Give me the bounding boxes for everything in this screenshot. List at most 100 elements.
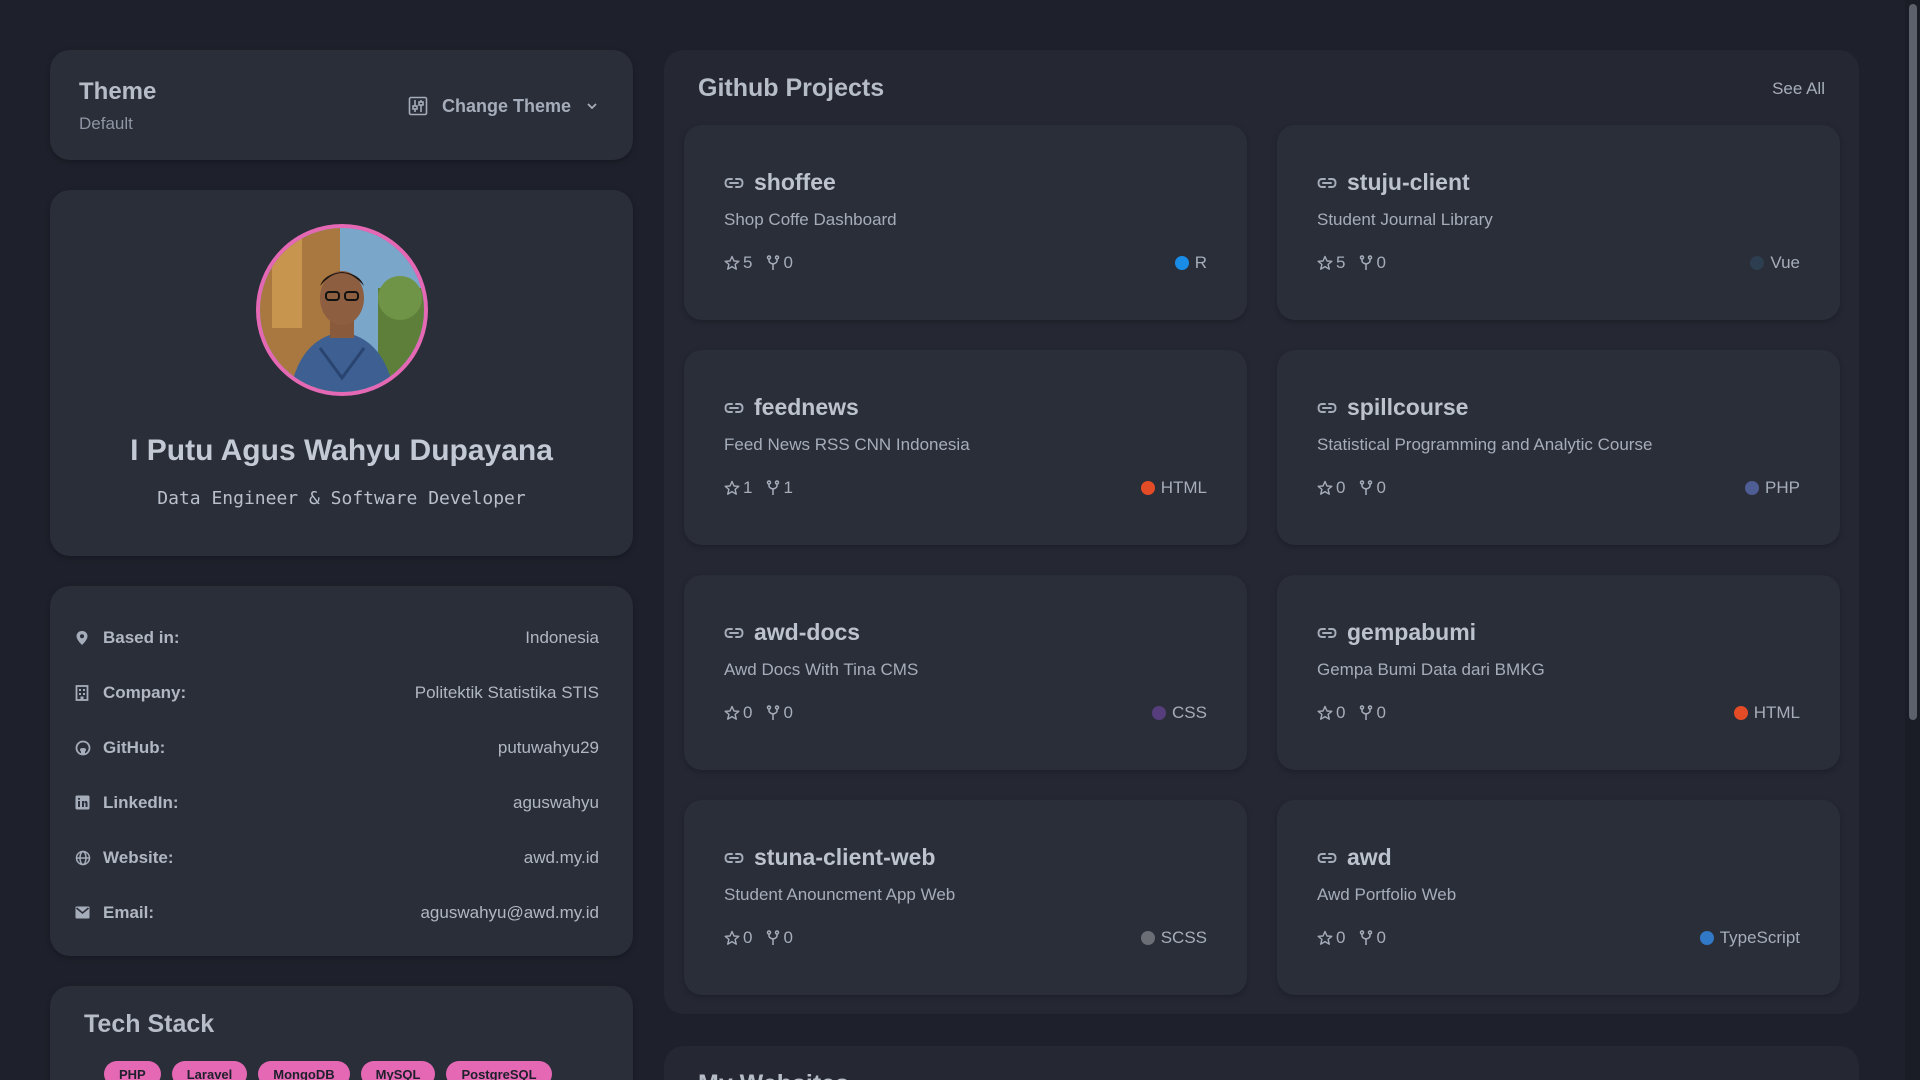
info-value: Indonesia [525,627,599,647]
info-value[interactable]: putuwahyu29 [498,738,599,758]
star-count-value: 0 [1336,703,1346,722]
project-name[interactable]: stuna-client-web [754,844,935,871]
language-color-dot [1140,931,1155,945]
tech-stack-title: Tech Stack [84,1010,215,1038]
project-description: Gempa Bumi Data dari BMKG [1317,660,1545,679]
star-count-value: 5 [1336,253,1346,272]
info-card: Based in: Indonesia Company: Politektik … [50,586,633,956]
profile-name: I Putu Agus Wahyu Dupayana [130,434,553,467]
project-card[interactable]: gempabumi Gempa Bumi Data dari BMKG 0 0 … [1277,575,1840,770]
project-name[interactable]: spillcourse [1347,394,1468,421]
see-all-link[interactable]: See All [1772,79,1825,103]
project-language: R [1174,253,1207,273]
info-label: GitHub: [103,737,166,757]
info-row-based-in: Based in: Indonesia [75,610,599,665]
info-value[interactable]: aguswahyu@awd.my.id [420,903,599,923]
project-name[interactable]: gempabumi [1347,619,1476,646]
project-description: Shop Coffe Dashboard [724,210,897,229]
project-card[interactable]: feednews Feed News RSS CNN Indonesia 1 1… [684,350,1247,545]
fork-icon [1359,930,1373,946]
avatar [255,224,428,396]
info-value[interactable]: awd.my.id [524,848,599,868]
project-footer: 5 0 R [724,253,1207,273]
info-label: Email: [103,902,155,922]
info-label: Website: [103,847,174,867]
link-icon [1317,402,1337,414]
fork-icon [766,255,780,271]
star-count: 0 [1317,928,1345,948]
star-icon [1317,480,1333,496]
info-value[interactable]: aguswahyu [513,793,599,813]
fork-count-value: 0 [1376,928,1386,947]
info-row-email: Email: aguswahyu@awd.my.id [75,885,599,940]
language-color-dot [1733,706,1748,720]
language-color-dot [1745,481,1760,495]
mail-icon [75,906,93,919]
star-count: 1 [724,478,752,498]
link-icon [1317,177,1337,189]
tech-badge: Laravel [171,1061,248,1080]
scrollbar-thumb[interactable] [1909,4,1917,720]
project-card[interactable]: awd-docs Awd Docs With Tina CMS 0 0 CSS [684,575,1247,770]
project-name[interactable]: awd-docs [754,619,860,646]
chevron-down-icon [585,99,599,113]
star-count: 5 [724,253,752,273]
star-icon [724,930,740,946]
link-icon [1317,852,1337,864]
fork-count-value: 0 [1376,253,1386,272]
project-card[interactable]: stuna-client-web Student Anouncment App … [684,800,1247,995]
star-count-value: 5 [743,253,753,272]
info-value: Politektik Statistika STIS [414,682,599,702]
project-card[interactable]: spillcourse Statistical Programming and … [1277,350,1840,545]
project-card[interactable]: awd Awd Portfolio Web 0 0 TypeScript [1277,800,1840,995]
project-card[interactable]: shoffee Shop Coffe Dashboard 5 0 R [684,125,1247,320]
project-title-row: awd-docs [724,619,1207,646]
projects-header: Github Projects See All [698,74,1825,103]
fork-count-value: 0 [1376,478,1386,497]
project-name[interactable]: shoffee [754,169,836,196]
project-description: Student Anouncment App Web [724,885,956,904]
project-language: HTML [1733,703,1800,723]
change-theme-button[interactable]: Change Theme [408,90,599,122]
project-title-row: shoffee [724,169,1207,196]
project-footer: 0 0 PHP [1317,478,1800,498]
project-name[interactable]: stuju-client [1347,169,1470,196]
fork-count: 0 [766,928,793,948]
fork-count-value: 0 [783,253,793,272]
github-projects-panel: Github Projects See All shoffee Shop Cof… [664,50,1859,1014]
project-title-row: stuju-client [1317,169,1800,196]
project-name[interactable]: feednews [754,394,859,421]
star-icon [724,255,740,271]
project-card[interactable]: stuju-client Student Journal Library 5 0… [1277,125,1840,320]
tech-stack-card: Tech Stack PHP Laravel MongoDB MySQL Pos… [50,986,633,1080]
language-name: CSS [1172,703,1207,722]
language-color-dot [1699,931,1714,945]
project-title-row: spillcourse [1317,394,1800,421]
star-count: 5 [1317,253,1345,273]
fork-icon [1359,255,1373,271]
language-color-dot [1174,256,1189,270]
star-icon [1317,255,1333,271]
page-scrollbar[interactable] [1905,0,1920,1080]
tech-badge: PHP [104,1061,161,1080]
fork-count: 0 [766,703,793,723]
info-row-company: Company: Politektik Statistika STIS [75,665,599,720]
star-count-value: 1 [743,478,753,497]
project-footer: 5 0 Vue [1317,253,1800,273]
language-name: TypeScript [1719,928,1800,947]
fork-icon [766,930,780,946]
star-count: 0 [1317,703,1345,723]
fork-count: 0 [766,253,793,273]
info-row-github: GitHub: putuwahyu29 [75,720,599,775]
language-name: HTML [1753,703,1800,722]
star-count-value: 0 [1336,478,1346,497]
profile-card: I Putu Agus Wahyu Dupayana Data Engineer… [50,190,633,556]
project-title-row: awd [1317,844,1800,871]
project-language: SCSS [1140,928,1207,948]
project-description: Statistical Programming and Analytic Cou… [1317,435,1653,454]
theme-card: Theme Default Change Theme [50,50,633,160]
language-name: HTML [1160,478,1207,497]
projects-grid: shoffee Shop Coffe Dashboard 5 0 R stuju… [684,125,1840,995]
project-description: Awd Portfolio Web [1317,885,1457,904]
project-name[interactable]: awd [1347,844,1392,871]
